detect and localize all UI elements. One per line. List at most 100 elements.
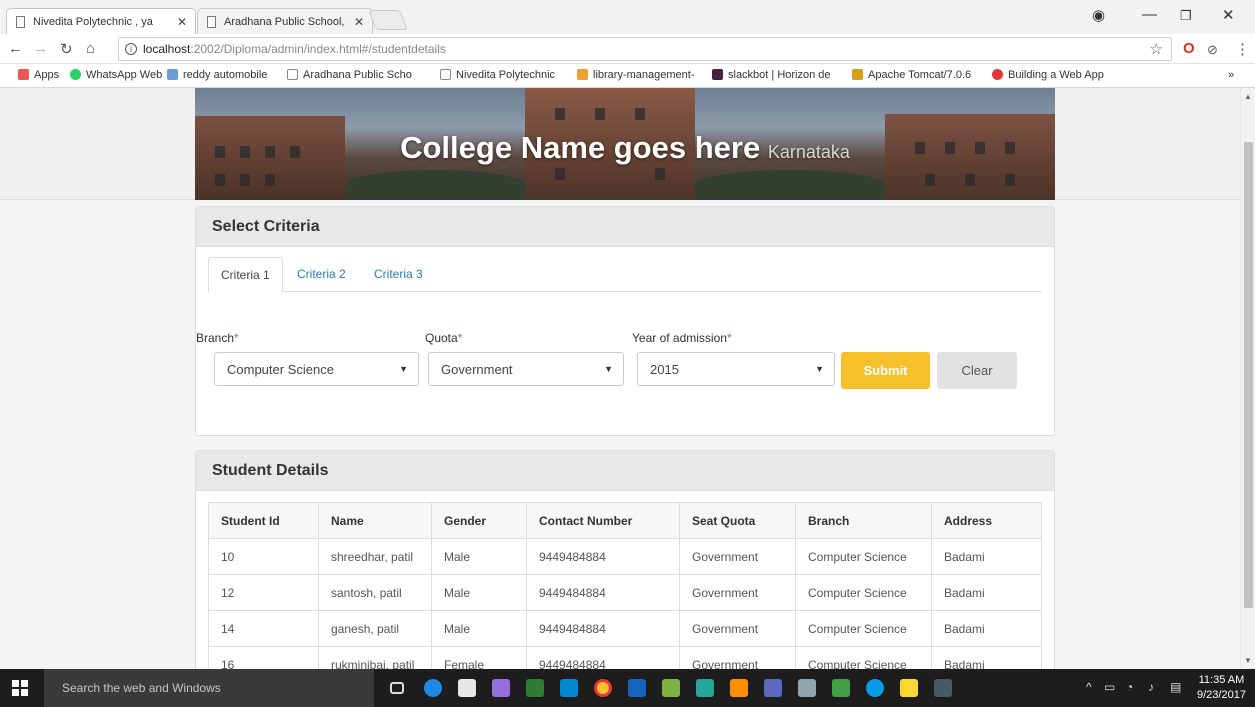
column-header[interactable]: Seat Quota: [679, 502, 796, 539]
table-cell: 16: [208, 646, 319, 669]
close-tab-icon[interactable]: ✕: [177, 9, 187, 34]
branch-select[interactable]: Computer Science ▼: [214, 352, 419, 386]
taskbar-search-input[interactable]: Search the web and Windows: [44, 669, 374, 707]
quota-selected-value: Government: [441, 362, 513, 377]
visual-studio-icon[interactable]: [492, 679, 510, 697]
bookmark-apps[interactable]: Apps: [18, 69, 59, 81]
year-selected-value: 2015: [650, 362, 679, 377]
whatsapp-icon: [70, 69, 81, 80]
outlook-icon[interactable]: [560, 679, 578, 697]
table-cell: santosh, patil: [318, 574, 432, 611]
column-header[interactable]: Contact Number: [526, 502, 680, 539]
app-icon[interactable]: [764, 679, 782, 697]
system-clock[interactable]: 11:35 AM 9/23/2017: [1197, 673, 1246, 703]
url-input[interactable]: i localhost:2002/Diploma/admin/index.htm…: [118, 37, 1172, 61]
notepad-icon[interactable]: [662, 679, 680, 697]
restore-icon[interactable]: ❐: [1180, 8, 1192, 24]
network-icon[interactable]: ▭: [1104, 680, 1115, 694]
branch-label: Branch*: [196, 331, 239, 345]
info-icon[interactable]: i: [125, 43, 137, 55]
clock-date: 9/23/2017: [1197, 689, 1246, 701]
app-icon[interactable]: [730, 679, 748, 697]
windows-start-icon[interactable]: [12, 680, 28, 696]
table-row[interactable]: 16 rukminibai, patil Female 9449484884 G…: [208, 646, 1042, 669]
apps-grid-icon: [18, 69, 29, 80]
terminal-icon[interactable]: [934, 679, 952, 697]
scrollbar-thumb[interactable]: [1244, 142, 1253, 608]
tray-chevron-icon[interactable]: ^: [1086, 680, 1092, 694]
tomcat-icon: [852, 69, 863, 80]
tab-criteria-2[interactable]: Criteria 2: [285, 257, 358, 292]
column-header[interactable]: Address: [931, 502, 1042, 539]
bookmark-slackbot[interactable]: slackbot | Horizon de: [712, 69, 831, 81]
submit-button[interactable]: Submit: [841, 352, 930, 389]
branch-selected-value: Computer Science: [227, 362, 334, 377]
browser-tab-strip: Nivedita Polytechnic , ya ✕ Aradhana Pub…: [0, 0, 1255, 34]
page-icon: [167, 69, 178, 80]
app-icon[interactable]: [798, 679, 816, 697]
browser-tab-aradhana[interactable]: Aradhana Public School, ✕: [197, 8, 373, 34]
tab-criteria-3[interactable]: Criteria 3: [362, 257, 435, 292]
close-tab-icon[interactable]: ✕: [354, 9, 364, 34]
year-of-admission-select[interactable]: 2015 ▼: [637, 352, 835, 386]
bookmark-nivedita[interactable]: Nivedita Polytechnic: [440, 69, 555, 81]
volume-icon[interactable]: ♪: [1148, 680, 1154, 694]
clear-button[interactable]: Clear: [937, 352, 1017, 389]
bookmark-whatsapp[interactable]: WhatsApp Web: [70, 69, 162, 81]
forward-icon[interactable]: →: [33, 40, 48, 57]
webstorm-icon[interactable]: [832, 679, 850, 697]
column-header[interactable]: Branch: [795, 502, 932, 539]
back-icon[interactable]: ←: [8, 40, 23, 57]
scroll-down-icon[interactable]: ▼: [1244, 656, 1252, 665]
panel-heading: Select Criteria: [196, 207, 1054, 247]
chrome-icon[interactable]: [594, 679, 612, 697]
table-row[interactable]: 14 ganesh, patil Male 9449484884 Governm…: [208, 610, 1042, 647]
home-icon[interactable]: ⌂: [86, 40, 95, 57]
select-criteria-panel: Select Criteria Criteria 1 Criteria 2 Cr…: [195, 206, 1055, 436]
table-header-row: Student Id Name Gender Contact Number Se…: [208, 502, 1042, 539]
bookmark-library-management[interactable]: library-management-: [577, 69, 694, 81]
scroll-up-icon[interactable]: ▲: [1244, 92, 1252, 101]
table-cell: Computer Science: [795, 646, 932, 669]
column-header[interactable]: Name: [318, 502, 432, 539]
vscode-icon[interactable]: [628, 679, 646, 697]
table-cell: Government: [679, 538, 796, 575]
notification-icon[interactable]: ▤: [1170, 680, 1181, 694]
bookmark-apache-tomcat[interactable]: Apache Tomcat/7.0.6: [852, 69, 971, 81]
block-icon[interactable]: ⊘: [1207, 42, 1218, 58]
file-explorer-icon[interactable]: [900, 679, 918, 697]
menu-icon[interactable]: ⋮: [1235, 40, 1250, 58]
task-view-icon[interactable]: [390, 682, 404, 694]
profile-icon[interactable]: ◉: [1092, 6, 1105, 24]
table-row[interactable]: 10 shreedhar, patil Male 9449484884 Gove…: [208, 538, 1042, 575]
app-icon[interactable]: [526, 679, 544, 697]
more-bookmarks-icon[interactable]: »: [1228, 69, 1234, 81]
edge-icon[interactable]: [424, 679, 442, 697]
opera-icon[interactable]: O: [1183, 40, 1195, 57]
bookmark-star-icon[interactable]: ☆: [1150, 40, 1163, 58]
caret-down-icon: ▼: [815, 364, 824, 374]
table-cell: Male: [431, 610, 527, 647]
doc-icon: [440, 69, 451, 80]
minimize-icon[interactable]: —: [1142, 6, 1157, 23]
store-icon[interactable]: [458, 679, 476, 697]
bookmark-aradhana[interactable]: Aradhana Public Scho: [287, 69, 412, 81]
clock-time: 11:35 AM: [1198, 674, 1245, 686]
window-close-icon[interactable]: ✕: [1222, 6, 1235, 24]
column-header[interactable]: Student Id: [208, 502, 319, 539]
app-icon[interactable]: [696, 679, 714, 697]
caret-down-icon: ▼: [604, 364, 613, 374]
page-scrollbar[interactable]: ▲ ▼: [1240, 88, 1255, 669]
column-header[interactable]: Gender: [431, 502, 527, 539]
table-row[interactable]: 12 santosh, patil Male 9449484884 Govern…: [208, 574, 1042, 611]
page-viewport: College Name goes here Karnataka Select …: [0, 88, 1240, 669]
wifi-icon[interactable]: ◔: [1126, 680, 1133, 694]
reload-icon[interactable]: ↻: [60, 40, 73, 58]
bookmark-web-app[interactable]: Building a Web App: [992, 69, 1104, 81]
bookmark-reddy-automobile[interactable]: reddy automobile: [167, 69, 267, 81]
browser-tab-nivedita[interactable]: Nivedita Polytechnic , ya ✕: [6, 8, 196, 34]
skype-icon[interactable]: [866, 679, 884, 697]
new-tab-button[interactable]: [368, 10, 408, 30]
quota-select[interactable]: Government ▼: [428, 352, 624, 386]
tab-criteria-1[interactable]: Criteria 1: [208, 257, 283, 293]
